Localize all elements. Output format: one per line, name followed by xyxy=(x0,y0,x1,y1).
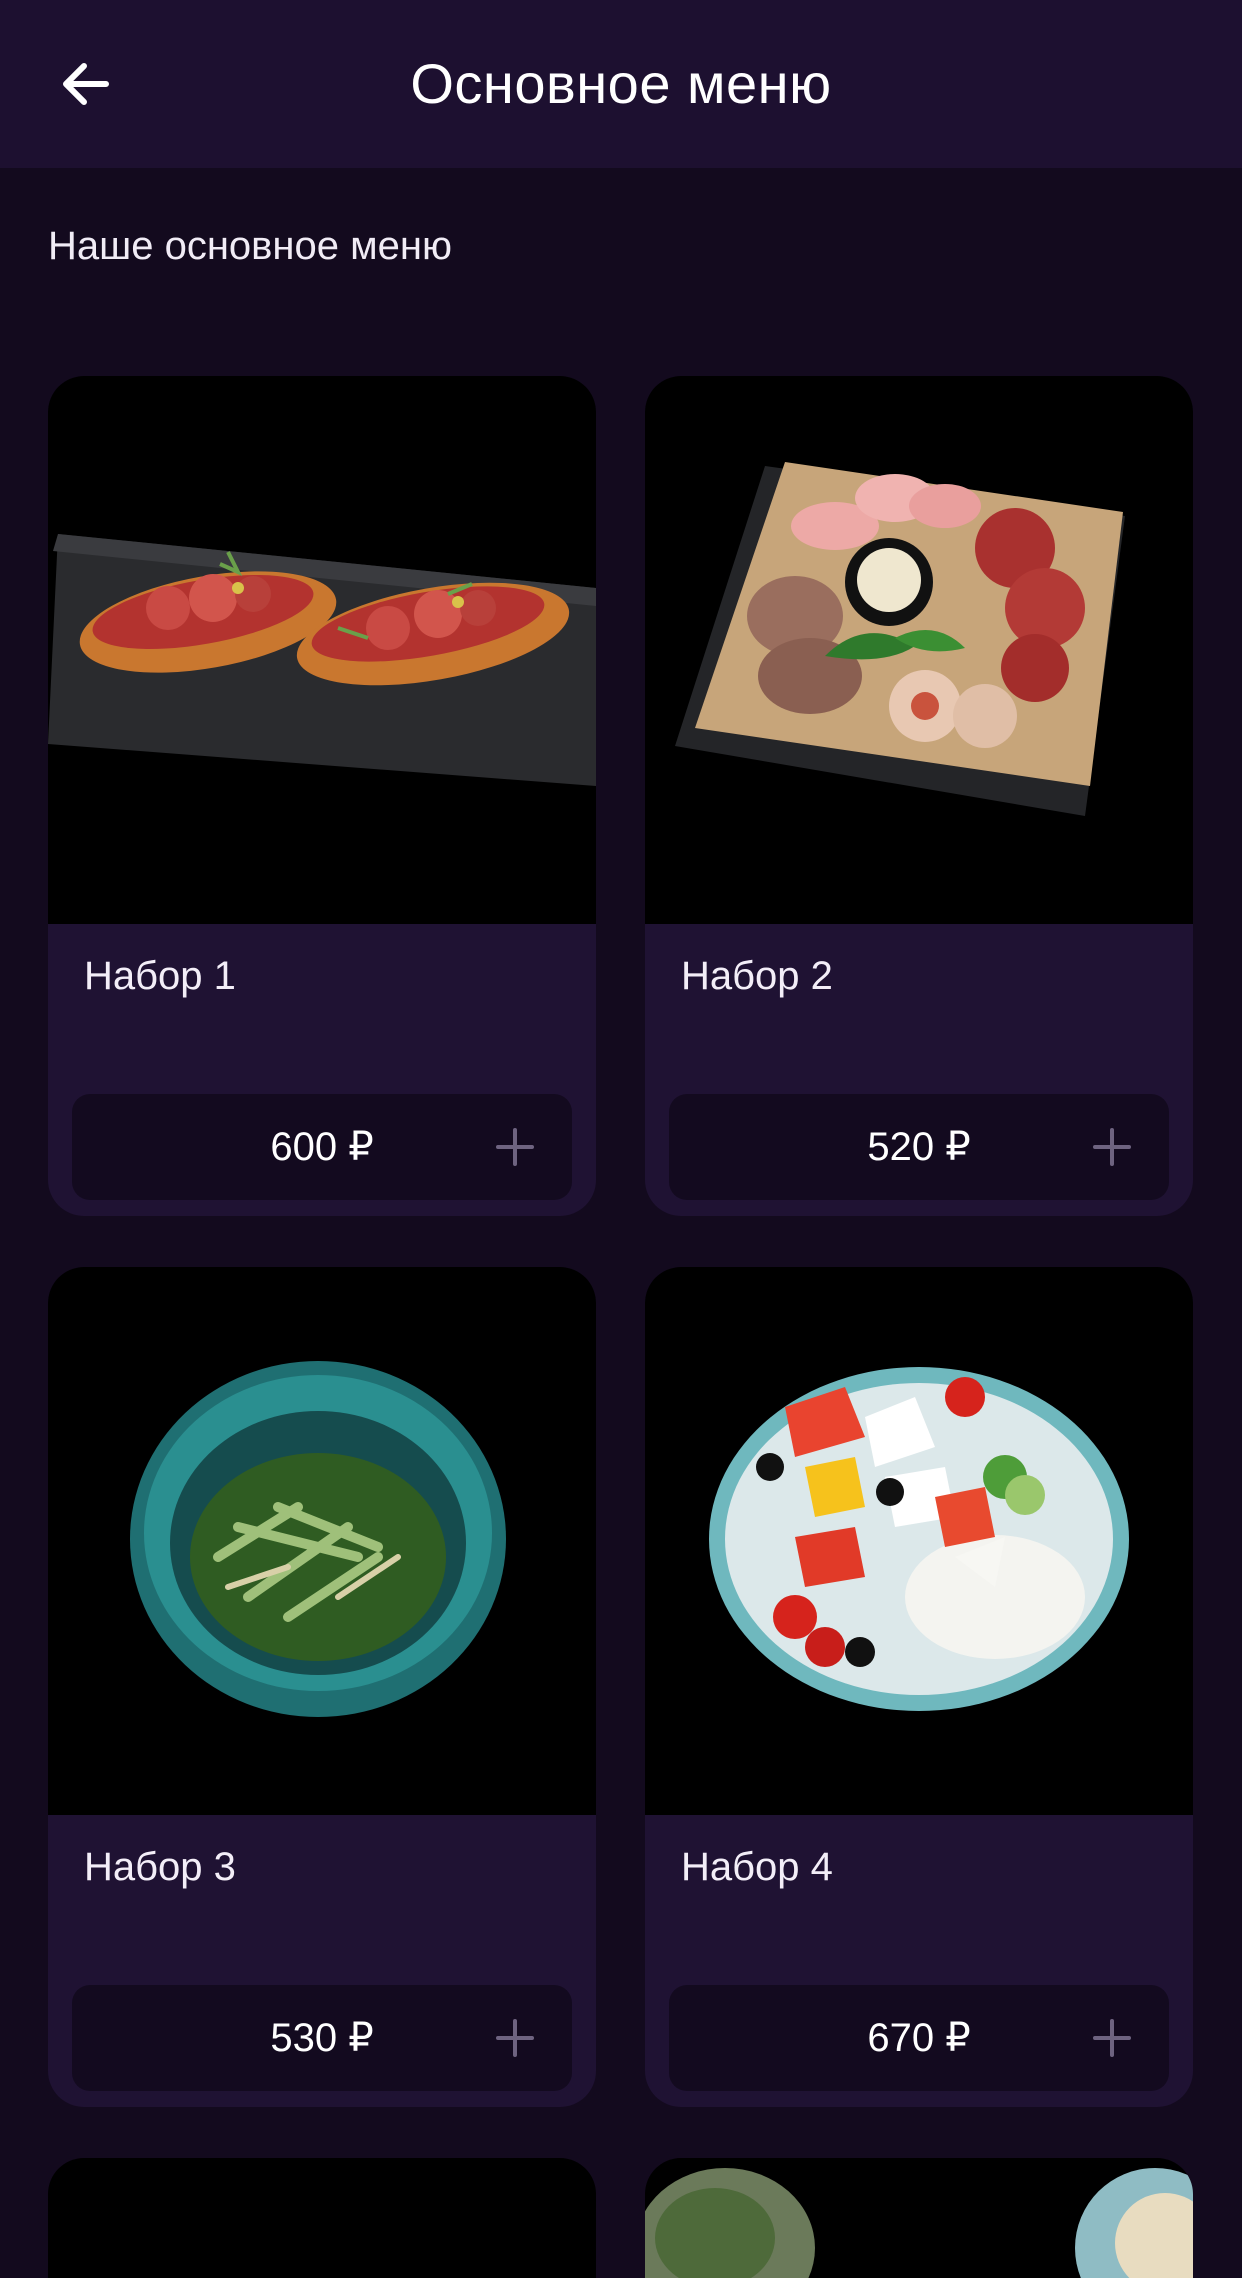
dish-photo-bruschetta xyxy=(48,376,596,924)
plus-icon xyxy=(1093,1128,1131,1166)
plus-icon xyxy=(496,1128,534,1166)
add-to-cart-button[interactable]: 530 ₽ xyxy=(72,1985,572,2091)
menu-card[interactable]: Набор 1 600 ₽ xyxy=(48,376,596,1216)
dish-name: Набор 3 xyxy=(84,1845,236,1889)
add-to-cart-button[interactable]: 670 ₽ xyxy=(669,1985,1169,2091)
dish-name: Набор 2 xyxy=(681,954,833,998)
menu-card-partial[interactable] xyxy=(645,2158,1193,2278)
menu-card[interactable]: Набор 3 530 ₽ xyxy=(48,1267,596,2107)
menu-card[interactable]: Набор 2 520 ₽ xyxy=(645,376,1193,1216)
dish-name: Набор 4 xyxy=(681,1845,833,1889)
plus-icon xyxy=(496,2019,534,2057)
plus-icon xyxy=(1093,2019,1131,2057)
dish-photo-meat-platter xyxy=(645,376,1193,924)
section-subtitle: Наше основное меню xyxy=(48,224,452,268)
dish-photo-cucumber-salad xyxy=(48,1267,596,1815)
menu-card[interactable]: Набор 4 670 ₽ xyxy=(645,1267,1193,2107)
add-to-cart-button[interactable]: 600 ₽ xyxy=(72,1094,572,1200)
app-header: Основное меню xyxy=(0,0,1242,168)
menu-card-partial[interactable] xyxy=(48,2158,596,2278)
dish-photo-greek-salad xyxy=(645,1267,1193,1815)
add-to-cart-button[interactable]: 520 ₽ xyxy=(669,1094,1169,1200)
dish-name: Набор 1 xyxy=(84,954,236,998)
dish-photo-partial xyxy=(645,2168,1193,2278)
page-title: Основное меню xyxy=(410,52,832,115)
